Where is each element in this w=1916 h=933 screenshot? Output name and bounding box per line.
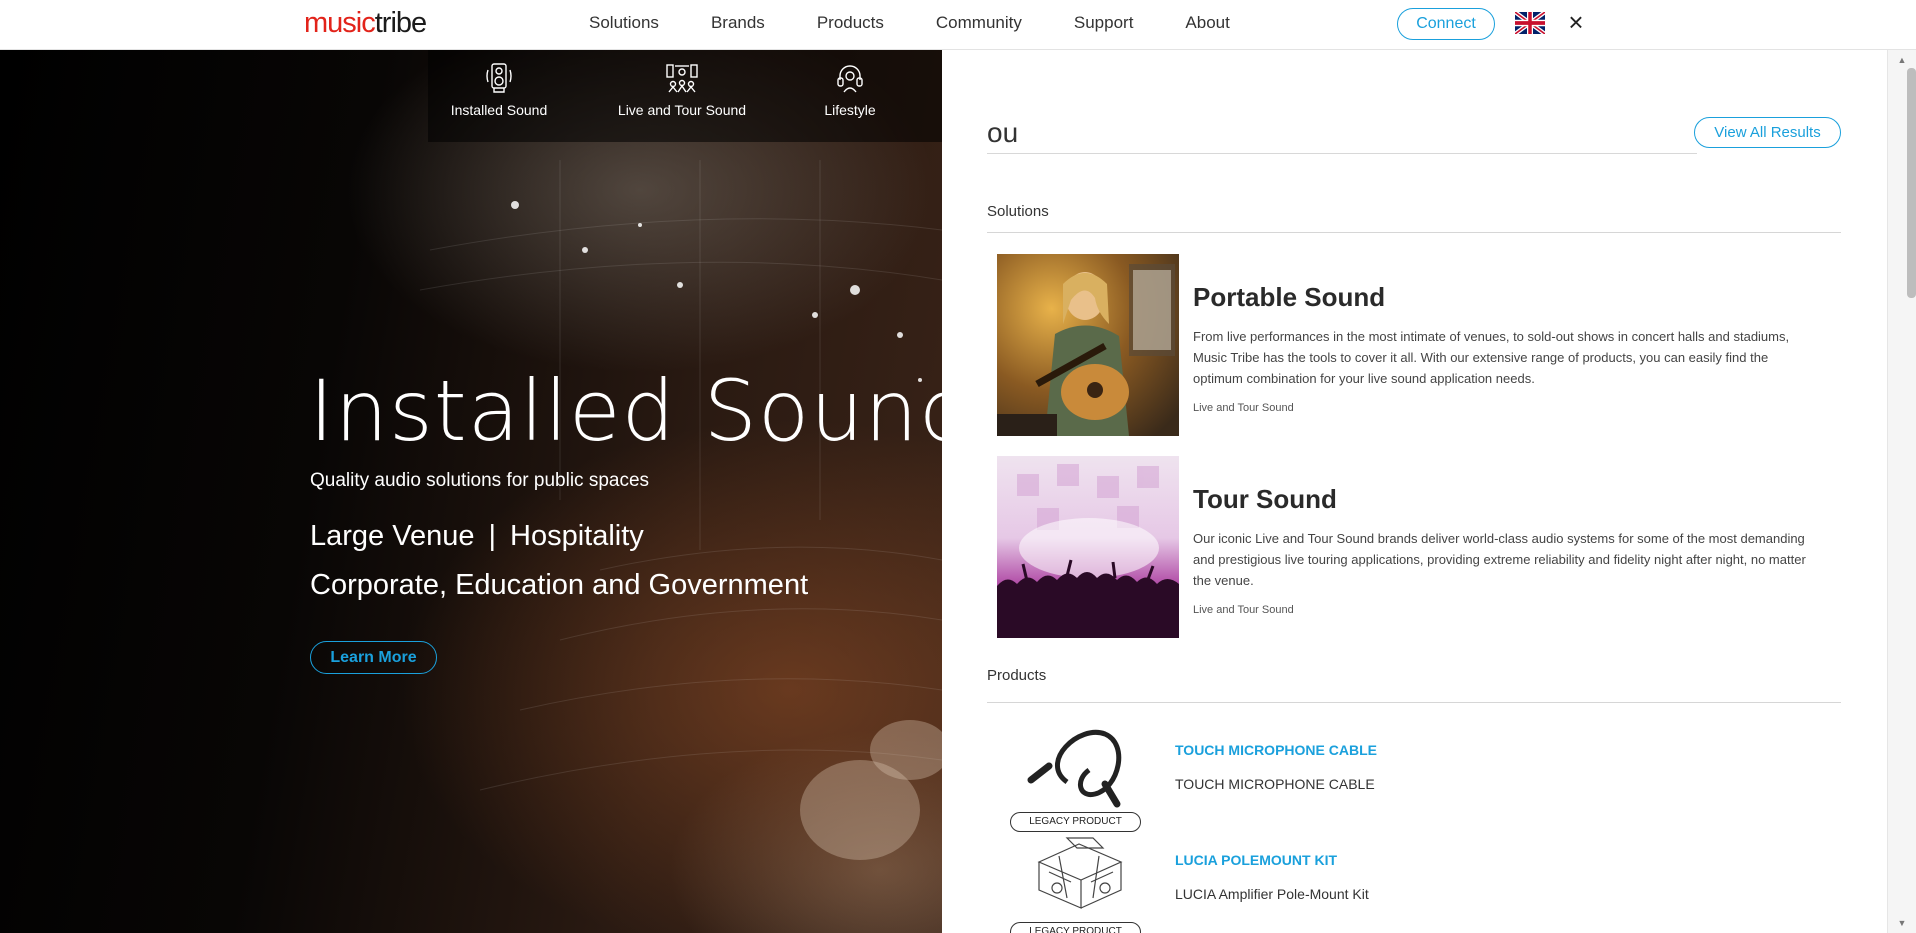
solution-description-tour-sound: Our iconic Live and Tour Sound brands de…: [1193, 531, 1806, 588]
legacy-product-badge: LEGACY PRODUCT: [1010, 812, 1141, 832]
scroll-down-arrow-icon[interactable]: ▼: [1896, 918, 1908, 928]
solutions-divider: [987, 232, 1841, 233]
polemount-kit-image: [1037, 837, 1123, 909]
segment-separator: |: [488, 520, 497, 552]
product-description-lucia-polemount-kit: LUCIA Amplifier Pole-Mount Kit: [1175, 886, 1369, 902]
nav-about[interactable]: About: [1185, 13, 1229, 33]
solution-title-portable-sound[interactable]: Portable Sound: [1193, 282, 1385, 313]
legacy-product-badge: LEGACY PRODUCT: [1010, 922, 1141, 933]
nav-support[interactable]: Support: [1074, 13, 1134, 33]
nav-products[interactable]: Products: [817, 13, 884, 33]
segment-hospitality: Hospitality: [510, 520, 644, 552]
search-input[interactable]: [987, 112, 1697, 154]
tab-live-and-tour-sound-label: Live and Tour Sound: [617, 102, 747, 118]
nav-solutions[interactable]: Solutions: [589, 13, 659, 33]
product-link-lucia-polemount-kit[interactable]: LUCIA POLEMOUNT KIT: [1175, 852, 1337, 868]
connect-button[interactable]: Connect: [1397, 8, 1495, 40]
segment-corporate-education-government: Corporate, Education and Government: [310, 569, 809, 601]
logo-part-tribe: tribe: [374, 7, 427, 39]
top-navigation: musictribe Solutions Brands Products Com…: [0, 0, 1916, 50]
hero-title: Installed Sound: [309, 362, 942, 460]
product-link-touch-microphone-cable[interactable]: TOUCH MICROPHONE CABLE: [1175, 742, 1377, 758]
scroll-up-arrow-icon[interactable]: ▲: [1896, 55, 1908, 65]
solution-card-portable-sound[interactable]: Portable Sound From live performances in…: [997, 254, 1837, 437]
product-description-touch-microphone-cable: TOUCH MICROPHONE CABLE: [1175, 776, 1375, 792]
solution-title-tour-sound[interactable]: Tour Sound: [1193, 484, 1337, 515]
hero-banner: Installed Sound Live and Tour Sound Life…: [0, 50, 942, 933]
solutions-heading: Solutions: [987, 203, 1049, 220]
search-results-panel: View All Results Solutions Portable So: [942, 50, 1887, 933]
product-row-lucia-polemount-kit[interactable]: LEGACY PRODUCT LUCIA POLEMOUNT KIT LUCIA…: [987, 832, 1837, 933]
speaker-icon: [486, 63, 512, 93]
scrollbar-thumb[interactable]: [1907, 68, 1916, 298]
segment-large-venue: Large Venue: [310, 520, 475, 552]
tab-lifestyle[interactable]: Lifestyle: [810, 62, 890, 118]
vertical-scrollbar[interactable]: ▲ ▼: [1887, 50, 1916, 933]
solution-description-portable-sound: From live performances in the most intim…: [1193, 329, 1790, 386]
stage-crowd-icon: [666, 64, 698, 93]
products-heading: Products: [987, 667, 1047, 684]
solution-tag-portable-sound: Live and Tour Sound: [1193, 402, 1294, 414]
solution-tag-tour-sound: Live and Tour Sound: [1193, 604, 1294, 616]
view-all-results-button[interactable]: View All Results: [1694, 117, 1841, 148]
nav-community[interactable]: Community: [936, 13, 1022, 33]
tour-sound-image: [997, 456, 1179, 638]
close-search-icon[interactable]: ×: [1564, 8, 1588, 36]
products-divider: [987, 702, 1841, 703]
solution-tabs: Installed Sound Live and Tour Sound Life…: [428, 50, 942, 142]
solution-card-tour-sound[interactable]: Tour Sound Our iconic Live and Tour Soun…: [997, 456, 1837, 639]
learn-more-button[interactable]: Learn More: [310, 641, 437, 674]
main-menu: Solutions Brands Products Community Supp…: [589, 13, 1282, 33]
logo-part-music: music: [304, 7, 376, 39]
portable-sound-image: [997, 254, 1179, 436]
headphones-icon: [837, 65, 863, 93]
tab-installed-sound-label: Installed Sound: [450, 102, 548, 118]
uk-flag-icon[interactable]: [1515, 12, 1545, 34]
tab-installed-sound[interactable]: Installed Sound: [446, 62, 552, 118]
hero-segments-line: Large Venue | Hospitality: [310, 520, 644, 553]
hero-subtitle: Quality audio solutions for public space…: [310, 470, 650, 491]
microphone-cable-image: [1027, 729, 1122, 808]
product-row-touch-microphone-cable[interactable]: LEGACY PRODUCT TOUCH MICROPHONE CABLE TO…: [987, 722, 1837, 832]
tab-live-and-tour-sound[interactable]: Live and Tour Sound: [610, 62, 754, 118]
tab-lifestyle-label: Lifestyle: [824, 102, 876, 118]
musictribe-logo[interactable]: musictribe: [304, 6, 427, 40]
nav-brands[interactable]: Brands: [711, 13, 765, 33]
